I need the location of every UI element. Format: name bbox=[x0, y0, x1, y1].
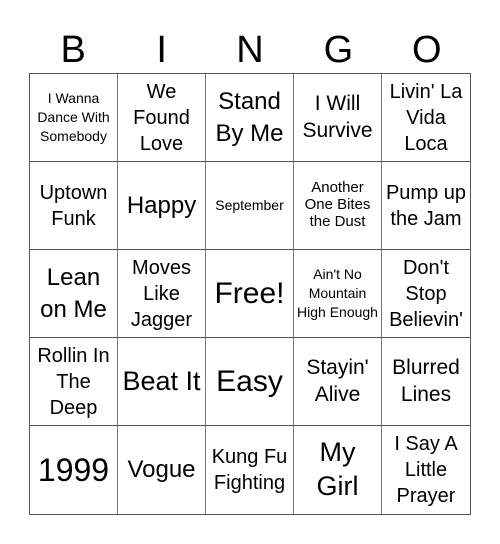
bingo-cell[interactable]: Ain't No Mountain High Enough bbox=[294, 250, 382, 338]
bingo-cell[interactable]: Blurred Lines bbox=[382, 338, 470, 426]
bingo-cell[interactable]: Happy bbox=[118, 162, 206, 250]
bingo-cell[interactable]: Vogue bbox=[118, 426, 206, 514]
bingo-cell[interactable]: Lean on Me bbox=[30, 250, 118, 338]
header-letter-g: G bbox=[323, 29, 354, 71]
bingo-cell[interactable]: Don't Stop Believin' bbox=[382, 250, 470, 338]
bingo-cell[interactable]: Beat It bbox=[118, 338, 206, 426]
bingo-cell[interactable]: Kung Fu Fighting bbox=[206, 426, 294, 514]
header-letter-o: O bbox=[412, 29, 442, 71]
bingo-cell-free[interactable]: Free! bbox=[206, 250, 294, 338]
bingo-cell[interactable]: Pump up the Jam bbox=[382, 162, 470, 250]
bingo-cell[interactable]: I Will Survive bbox=[294, 74, 382, 162]
bingo-card-grid: I Wanna Dance With Somebody We Found Love… bbox=[29, 73, 471, 515]
header-letter-i: I bbox=[156, 29, 167, 71]
bingo-cell[interactable]: Easy bbox=[206, 338, 294, 426]
bingo-cell[interactable]: Livin' La Vida Loca bbox=[382, 74, 470, 162]
bingo-cell[interactable]: I Wanna Dance With Somebody bbox=[30, 74, 118, 162]
bingo-cell[interactable]: Rollin In The Deep bbox=[30, 338, 118, 426]
bingo-cell[interactable]: Another One Bites the Dust bbox=[294, 162, 382, 250]
header-letter-b: B bbox=[60, 29, 86, 71]
bingo-header: B I N G O bbox=[29, 28, 471, 72]
bingo-cell[interactable]: My Girl bbox=[294, 426, 382, 514]
bingo-cell[interactable]: Stand By Me bbox=[206, 74, 294, 162]
header-letter-n: N bbox=[236, 29, 264, 71]
bingo-cell[interactable]: Uptown Funk bbox=[30, 162, 118, 250]
bingo-cell[interactable]: I Say A Little Prayer bbox=[382, 426, 470, 514]
bingo-cell[interactable]: We Found Love bbox=[118, 74, 206, 162]
bingo-cell[interactable]: Moves Like Jagger bbox=[118, 250, 206, 338]
bingo-cell[interactable]: September bbox=[206, 162, 294, 250]
bingo-cell[interactable]: 1999 bbox=[30, 426, 118, 514]
bingo-cell[interactable]: Stayin' Alive bbox=[294, 338, 382, 426]
